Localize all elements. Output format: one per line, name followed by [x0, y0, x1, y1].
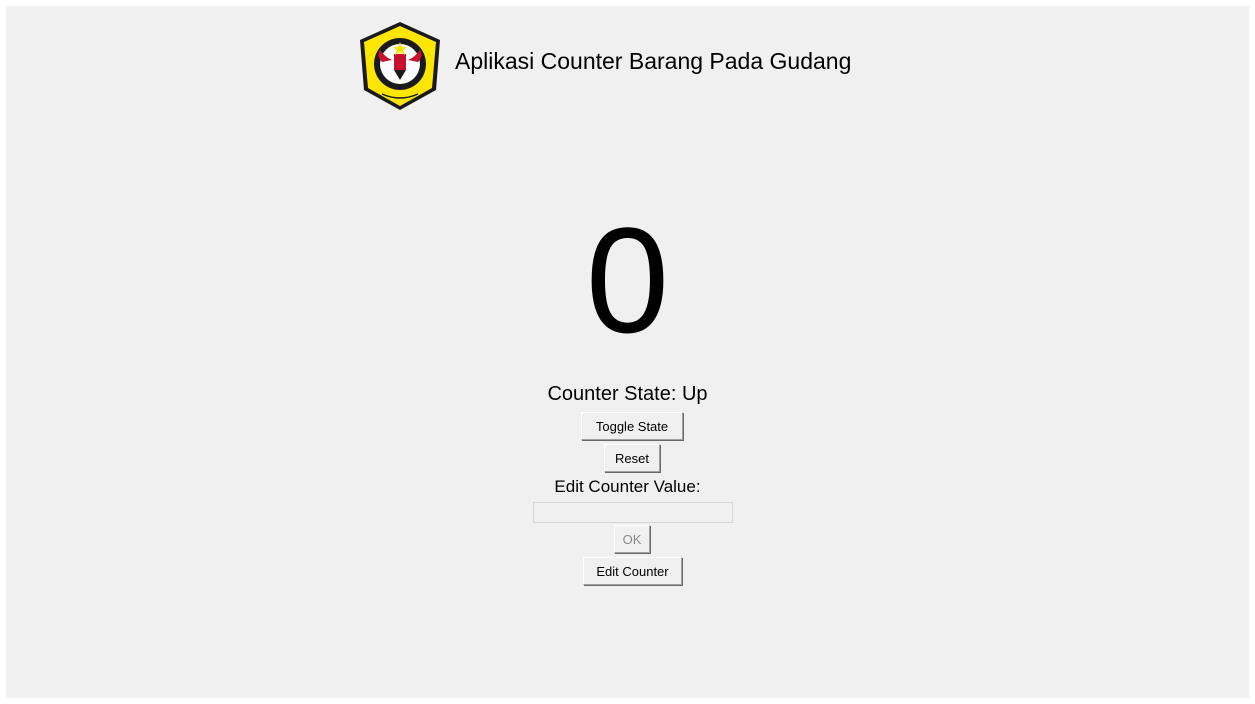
edit-counter-button[interactable]: Edit Counter — [583, 557, 682, 585]
edit-counter-value-label: Edit Counter Value: — [554, 477, 701, 496]
counter-state-label: Counter State: Up — [547, 383, 708, 405]
university-emblem-icon — [360, 22, 440, 110]
reset-button[interactable]: Reset — [604, 444, 660, 472]
counter-value-display: 0 — [585, 196, 670, 364]
ok-button[interactable]: OK — [614, 525, 650, 553]
toggle-state-button[interactable]: Toggle State — [581, 412, 683, 440]
edit-counter-value-input[interactable] — [533, 502, 733, 523]
app-title: Aplikasi Counter Barang Pada Gudang — [455, 48, 852, 74]
